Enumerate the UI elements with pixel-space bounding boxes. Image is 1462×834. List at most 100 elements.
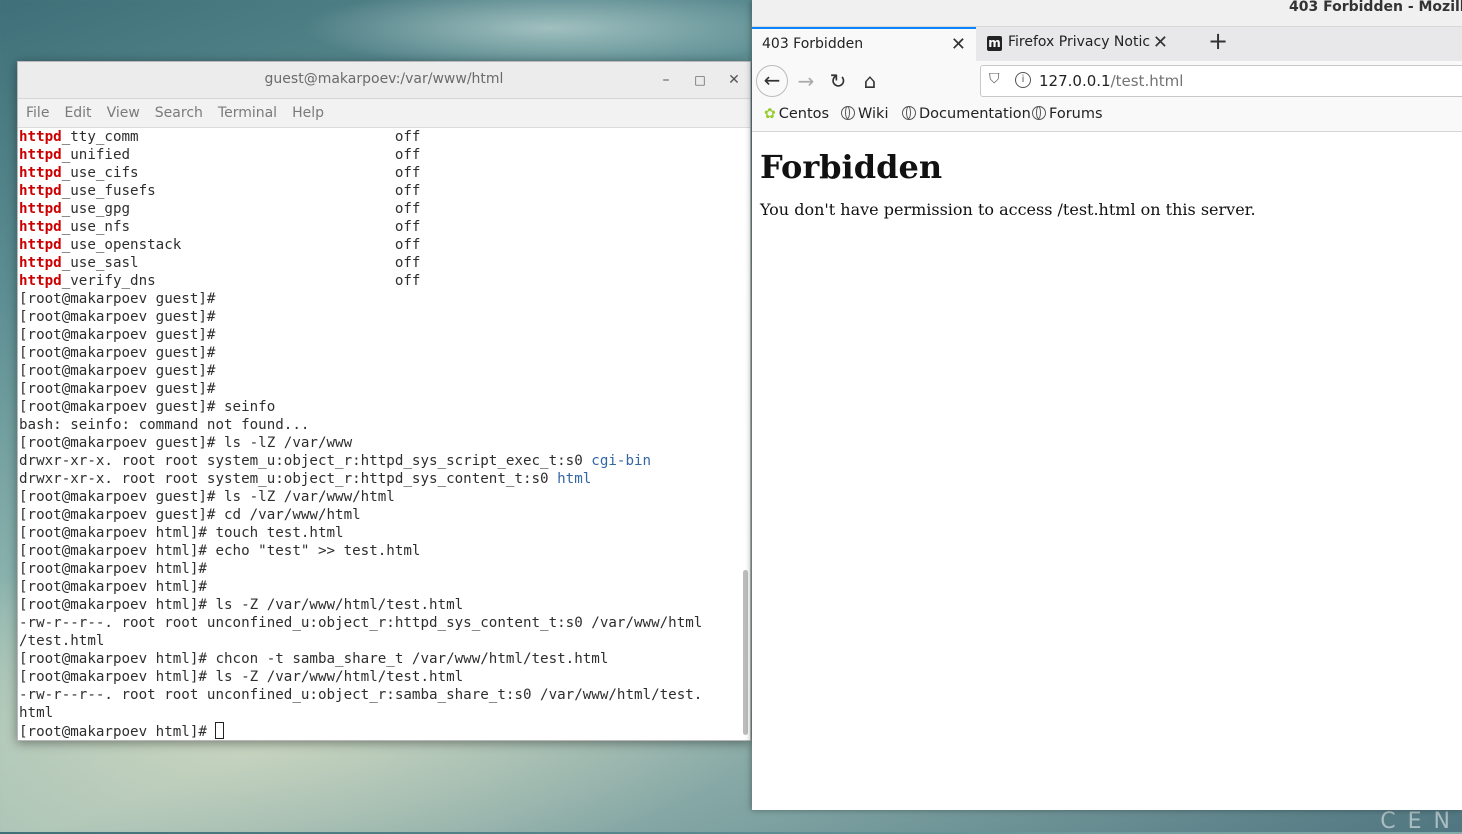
bookmark-label: Documentation	[919, 106, 1031, 122]
terminal-prompt-line[interactable]: [root@makarpoev html]#	[19, 722, 739, 740]
terminal-output[interactable]: httpd_tty_comm off httpd_unified off httpd_u…	[19, 128, 739, 740]
terminal-line: httpd_use_nfs off	[19, 218, 739, 236]
terminal-line: [root@makarpoev html]#	[19, 578, 739, 596]
terminal-line-text: html	[19, 705, 54, 721]
boolean-keyword: httpd	[19, 273, 62, 289]
terminal-scrollbar[interactable]	[743, 570, 748, 735]
terminal-titlebar[interactable]: guest@makarpoev:/var/www/html – □ ✕	[18, 62, 750, 99]
boolean-name: _verify_dns	[61, 273, 156, 289]
terminal-line-text: [root@makarpoev html]# ls -Z /var/www/ht…	[19, 597, 464, 613]
bookmark-forums[interactable]: Forums	[1032, 106, 1103, 122]
close-button[interactable]: ✕	[724, 70, 744, 90]
url-bar[interactable]: ⛉ i 127.0.0.1/test.html	[980, 65, 1462, 97]
home-button[interactable]: ⌂	[854, 65, 886, 97]
terminal-line-text: [root@makarpoev html]# touch test.html	[19, 525, 344, 541]
terminal-line: [root@makarpoev guest]# ls -lZ /var/www/…	[19, 488, 739, 506]
desktop-background-glow	[300, 0, 800, 70]
terminal-line: /test.html	[19, 632, 739, 650]
centos-icon: ✿	[764, 106, 776, 122]
boolean-keyword: httpd	[19, 183, 62, 199]
reload-button[interactable]: ↻	[822, 65, 854, 97]
terminal-line-text: [root@makarpoev html]#	[19, 561, 207, 577]
terminal-line-text: -rw-r--r--. root root unconfined_u:objec…	[19, 687, 703, 703]
terminal-line: html	[19, 704, 739, 722]
terminal-line-text: [root@makarpoev guest]#	[19, 363, 216, 379]
tracking-shield-icon[interactable]: ⛉	[989, 71, 1000, 87]
terminal-line-text: [root@makarpoev guest]# ls -lZ /var/www	[19, 435, 353, 451]
boolean-name: _use_cifs	[61, 165, 139, 181]
boolean-value: off	[394, 273, 421, 289]
tab-close-icon[interactable]: ✕	[1153, 32, 1168, 53]
boolean-keyword: httpd	[19, 255, 62, 271]
terminal-line-text: [root@makarpoev guest]#	[19, 345, 216, 361]
terminal-line: httpd_verify_dns off	[19, 272, 739, 290]
menu-terminal[interactable]: Terminal	[210, 99, 284, 121]
bookmark-label: Wiki	[858, 106, 889, 122]
terminal-line: -rw-r--r--. root root unconfined_u:objec…	[19, 686, 739, 704]
mozilla-favicon-icon: m	[987, 36, 1002, 51]
terminal-window[interactable]: guest@makarpoev:/var/www/html – □ ✕ File…	[17, 61, 751, 741]
forward-button[interactable]: →	[790, 65, 822, 97]
terminal-line-text: [root@makarpoev guest]#	[19, 327, 216, 343]
terminal-line: [root@makarpoev html]# chcon -t samba_sh…	[19, 650, 739, 668]
terminal-title: guest@makarpoev:/var/www/html	[264, 71, 504, 87]
site-info-icon[interactable]: i	[1015, 72, 1031, 88]
terminal-line-text: [root@makarpoev html]# chcon -t samba_sh…	[19, 651, 609, 667]
bookmark-label: Centos	[778, 106, 830, 122]
firefox-titlebar[interactable]: 403 Forbidden - Mozilla Fi	[752, 0, 1462, 26]
terminal-line-text: -rw-r--r--. root root unconfined_u:objec…	[19, 615, 703, 631]
boolean-keyword: httpd	[19, 165, 62, 181]
terminal-line: [root@makarpoev guest]# seinfo	[19, 398, 739, 416]
minimize-button[interactable]: –	[656, 70, 676, 90]
terminal-line: [root@makarpoev guest]#	[19, 362, 739, 380]
menu-view[interactable]: View	[99, 99, 147, 121]
menu-edit[interactable]: Edit	[56, 99, 98, 121]
globe-icon	[902, 106, 916, 120]
terminal-line: httpd_use_cifs off	[19, 164, 739, 182]
terminal-line-text: [root@makarpoev html]#	[19, 579, 207, 595]
bookmark-documentation[interactable]: Documentation	[902, 106, 1031, 122]
maximize-button[interactable]: □	[690, 70, 710, 90]
boolean-keyword: httpd	[19, 129, 62, 145]
terminal-line-text: [root@makarpoev html]# ls -Z /var/www/ht…	[19, 669, 464, 685]
tab-strip: 403 Forbidden ✕ m Firefox Privacy Notice…	[752, 26, 1462, 61]
menu-search[interactable]: Search	[147, 99, 210, 121]
terminal-line: bash: seinfo: command not found...	[19, 416, 739, 434]
boolean-value: off	[394, 165, 421, 181]
terminal-line: [root@makarpoev guest]# cd /var/www/html	[19, 506, 739, 524]
terminal-line: [root@makarpoev guest]# ls -lZ /var/www	[19, 434, 739, 452]
desktop-watermark: CEN	[1380, 809, 1462, 834]
firefox-window[interactable]: 403 Forbidden - Mozilla Fi 403 Forbidden…	[752, 0, 1462, 810]
terminal-line: [root@makarpoev html]# echo "test" >> te…	[19, 542, 739, 560]
terminal-line-text: [root@makarpoev guest]#	[19, 309, 216, 325]
terminal-line-text: [root@makarpoev guest]#	[19, 381, 216, 397]
bookmark-centos[interactable]: ✿ Centos	[764, 106, 829, 122]
url-text[interactable]: 127.0.0.1/test.html	[1039, 72, 1183, 90]
back-button[interactable]: ←	[756, 65, 788, 97]
terminal-menubar: File Edit View Search Terminal Help	[18, 99, 750, 128]
menu-help[interactable]: Help	[284, 99, 331, 121]
terminal-line: [root@makarpoev guest]#	[19, 380, 739, 398]
boolean-value: off	[394, 219, 421, 235]
terminal-line: [root@makarpoev guest]#	[19, 344, 739, 362]
tab-close-icon[interactable]: ✕	[951, 34, 966, 55]
terminal-line: drwxr-xr-x. root root system_u:object_r:…	[19, 452, 739, 470]
boolean-name: _use_sasl	[61, 255, 139, 271]
terminal-line-text: /test.html	[19, 633, 105, 649]
bookmark-wiki[interactable]: Wiki	[841, 106, 888, 122]
terminal-line: [root@makarpoev html]# ls -Z /var/www/ht…	[19, 596, 739, 614]
tab-privacy-notice[interactable]: m Firefox Privacy Notice — Mo ✕	[978, 27, 1178, 61]
terminal-line: httpd_use_sasl off	[19, 254, 739, 272]
bookmark-label: Forums	[1049, 106, 1103, 122]
globe-icon	[1032, 106, 1046, 120]
boolean-name: _use_fusefs	[61, 183, 156, 199]
page-heading: Forbidden	[760, 148, 943, 186]
tab-403-forbidden[interactable]: 403 Forbidden ✕	[752, 27, 976, 61]
new-tab-button[interactable]: +	[1208, 27, 1228, 55]
boolean-keyword: httpd	[19, 201, 62, 217]
boolean-name: _use_openstack	[61, 237, 182, 253]
terminal-line: [root@makarpoev guest]#	[19, 290, 739, 308]
terminal-cursor	[215, 722, 225, 739]
menu-file[interactable]: File	[18, 99, 56, 121]
boolean-value: off	[394, 255, 421, 271]
